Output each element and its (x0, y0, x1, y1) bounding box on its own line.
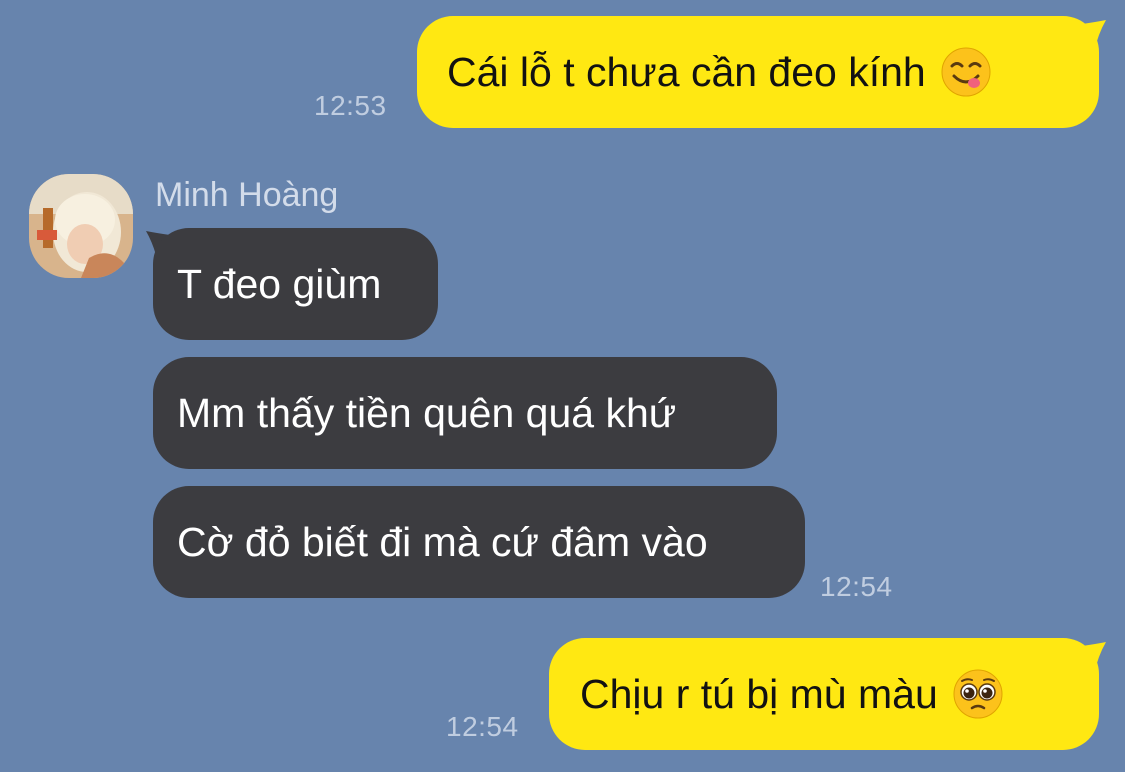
pleading-face-icon (953, 669, 1003, 719)
avatar[interactable] (29, 174, 133, 278)
incoming-message-bubble[interactable]: Mm thấy tiền quên quá khứ (153, 357, 777, 469)
incoming-message-bubble[interactable]: T đeo giùm (153, 228, 438, 340)
message-text: T đeo giùm (177, 260, 382, 307)
message-text: Mm thấy tiền quên quá khứ (177, 389, 677, 436)
yum-face-icon (941, 47, 991, 97)
message-timestamp: 12:54 (446, 711, 519, 742)
outgoing-bubble-tail (1082, 642, 1106, 674)
outgoing-message-bubble[interactable]: Chịu r tú bị mù màu (549, 638, 1099, 750)
message-timestamp: 12:53 (314, 90, 387, 121)
message-text: Chịu r tú bị mù màu (580, 670, 938, 717)
user-avatar-photo (29, 174, 133, 278)
incoming-message-bubble[interactable]: Cờ đỏ biết đi mà cứ đâm vào (153, 486, 805, 598)
sender-name: Minh Hoàng (155, 176, 339, 214)
message-text: Cái lỗ t chưa cần đeo kính (447, 48, 926, 95)
outgoing-bubble-tail (1082, 20, 1106, 52)
message-text: Cờ đỏ biết đi mà cứ đâm vào (177, 518, 708, 565)
outgoing-message-bubble[interactable]: Cái lỗ t chưa cần đeo kính (417, 16, 1099, 128)
message-timestamp: 12:54 (820, 571, 893, 602)
